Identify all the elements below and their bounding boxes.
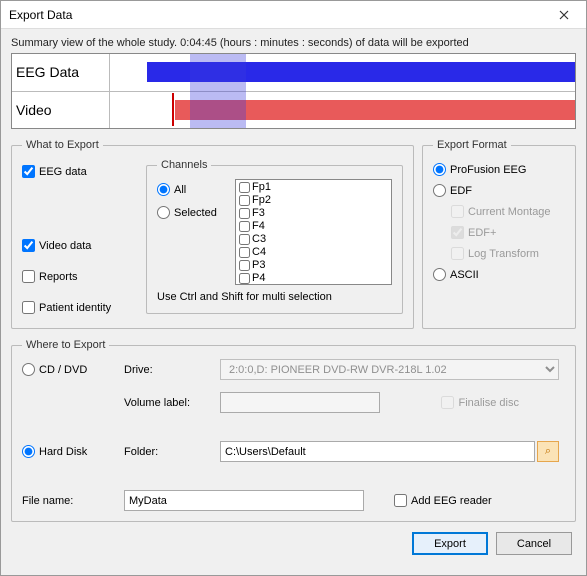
- video-data-bar: [175, 100, 575, 120]
- volume-label-label: Volume label:: [124, 397, 214, 409]
- format-profusion-radio[interactable]: ProFusion EEG: [433, 163, 565, 176]
- channel-item[interactable]: Fp2: [237, 194, 390, 207]
- window-title: Export Data: [9, 8, 544, 22]
- channel-item[interactable]: C3: [237, 233, 390, 246]
- timeline-row-video: Video: [12, 91, 575, 129]
- channel-item[interactable]: F3: [237, 207, 390, 220]
- cancel-button[interactable]: Cancel: [496, 532, 572, 555]
- format-ascii-radio[interactable]: ASCII: [433, 268, 565, 281]
- current-montage-checkbox: Current Montage: [451, 205, 565, 218]
- channel-list[interactable]: Fp1Fp2F3F4C3C4P3P4: [235, 179, 392, 285]
- video-data-checkbox[interactable]: Video data: [22, 239, 138, 252]
- channels-legend: Channels: [157, 159, 211, 171]
- log-transform-checkbox: Log Transform: [451, 247, 565, 260]
- file-name-input[interactable]: [124, 490, 364, 511]
- browse-folder-button[interactable]: ⌕: [537, 441, 559, 462]
- folder-input[interactable]: [220, 441, 535, 462]
- channel-item[interactable]: C4: [237, 246, 390, 259]
- titlebar: Export Data: [1, 1, 586, 29]
- timeline-label-eeg: EEG Data: [12, 54, 110, 91]
- search-icon: ⌕: [545, 445, 551, 458]
- export-data-dialog: Export Data Summary view of the whole st…: [0, 0, 587, 576]
- format-edf-radio[interactable]: EDF: [433, 184, 565, 197]
- patient-identity-checkbox[interactable]: Patient identity: [22, 301, 138, 314]
- channel-hint: Use Ctrl and Shift for multi selection: [157, 291, 392, 303]
- summary-text: Summary view of the whole study. 0:04:45…: [11, 37, 576, 49]
- folder-label: Folder:: [124, 446, 214, 458]
- channels-all-radio[interactable]: All: [157, 183, 227, 196]
- close-icon: [559, 10, 569, 20]
- drive-select: 2:0:0,D: PIONEER DVD-RW DVR-218L 1.02: [220, 359, 559, 380]
- hard-disk-radio[interactable]: Hard Disk: [22, 445, 118, 458]
- channel-item[interactable]: F4: [237, 220, 390, 233]
- what-to-export-group: What to Export EEG data Video data Repor…: [11, 139, 414, 329]
- channel-item[interactable]: P4: [237, 272, 390, 285]
- timeline-row-eeg: EEG Data: [12, 54, 575, 91]
- channel-item[interactable]: P3: [237, 259, 390, 272]
- edf-plus-checkbox: EDF+: [451, 226, 565, 239]
- close-button[interactable]: [544, 2, 584, 28]
- timeline-view[interactable]: EEG Data Video: [11, 53, 576, 129]
- export-button[interactable]: Export: [412, 532, 488, 555]
- where-legend: Where to Export: [22, 339, 109, 351]
- cd-dvd-radio[interactable]: CD / DVD: [22, 363, 118, 376]
- channels-selected-radio[interactable]: Selected: [157, 206, 227, 219]
- add-eeg-reader-checkbox[interactable]: Add EEG reader: [394, 494, 492, 507]
- finalise-disc-checkbox: Finalise disc: [441, 396, 519, 409]
- what-legend: What to Export: [22, 139, 103, 151]
- eeg-data-checkbox[interactable]: EEG data: [22, 165, 138, 178]
- reports-checkbox[interactable]: Reports: [22, 270, 138, 283]
- volume-label-input: [220, 392, 380, 413]
- drive-label: Drive:: [124, 364, 214, 376]
- eeg-data-bar: [147, 62, 575, 82]
- channels-group: Channels All Selected Fp1Fp2F3F4C3C4P3P: [146, 159, 403, 314]
- channel-item[interactable]: Fp1: [237, 181, 390, 194]
- format-legend: Export Format: [433, 139, 511, 151]
- file-name-label: File name:: [22, 495, 118, 507]
- export-format-group: Export Format ProFusion EEG EDF Current …: [422, 139, 576, 329]
- where-to-export-group: Where to Export CD / DVD Drive: 2:0:0,D:…: [11, 339, 576, 522]
- timeline-label-video: Video: [12, 92, 110, 129]
